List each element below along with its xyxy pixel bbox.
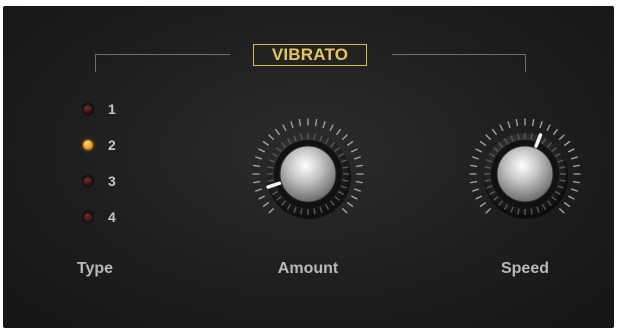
amount-label: Amount bbox=[277, 260, 339, 277]
type-option-4[interactable]: 4 bbox=[79, 208, 139, 226]
type-option-label: 2 bbox=[108, 137, 116, 153]
speed-label: Speed bbox=[500, 260, 549, 277]
speed-knob[interactable] bbox=[465, 114, 585, 234]
section-bracket-right bbox=[392, 54, 526, 72]
led-indicator-icon bbox=[83, 212, 93, 222]
type-option-label: 3 bbox=[108, 173, 116, 189]
type-option-label: 4 bbox=[108, 209, 116, 225]
section-bracket-left bbox=[95, 54, 230, 72]
type-label: Type bbox=[76, 260, 114, 277]
type-option-1[interactable]: 1 bbox=[79, 100, 139, 118]
amount-knob[interactable] bbox=[248, 114, 368, 234]
section-title: VIBRATO bbox=[253, 44, 367, 66]
knob-graphic bbox=[252, 118, 364, 219]
type-option-label: 1 bbox=[108, 101, 116, 117]
knob-graphic bbox=[469, 118, 581, 219]
led-indicator-icon bbox=[83, 140, 93, 150]
led-indicator-icon bbox=[83, 104, 93, 114]
type-option-3[interactable]: 3 bbox=[79, 172, 139, 190]
led-indicator-icon bbox=[83, 176, 93, 186]
type-option-2[interactable]: 2 bbox=[79, 136, 139, 154]
vibrato-panel: VIBRATO 1 2 3 4 Type Amount Speed bbox=[3, 6, 614, 328]
